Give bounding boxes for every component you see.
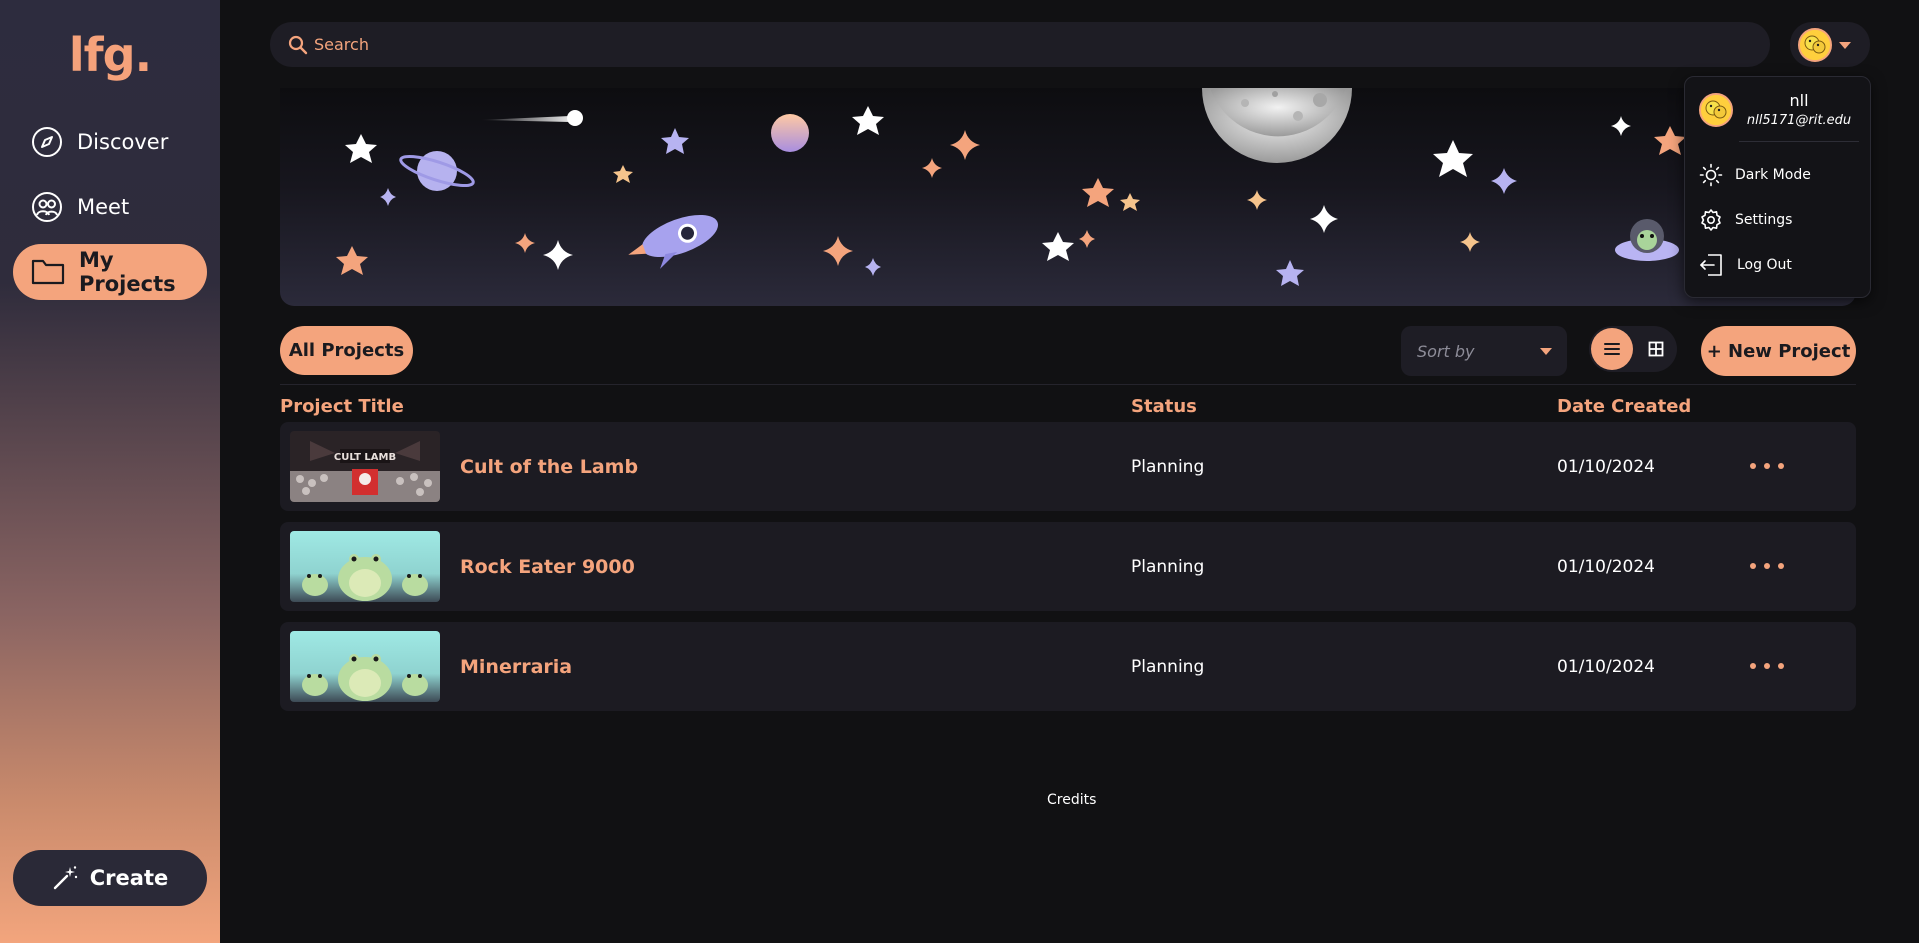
grid-view-button[interactable] <box>1635 328 1677 370</box>
logout-icon <box>1700 254 1722 276</box>
sidebar-item-label: My Projects <box>79 248 176 296</box>
dropdown-divider <box>1739 141 1859 142</box>
space-banner <box>280 88 1856 306</box>
project-status: Planning <box>1131 656 1205 677</box>
project-title-link[interactable]: Minerraria <box>460 622 572 711</box>
search-icon <box>288 35 308 54</box>
table-row[interactable]: CULT LAMB Cult of the Lamb Planning 01/1… <box>280 422 1856 511</box>
sort-by-placeholder: Sort by <box>1417 341 1475 361</box>
avatar-image-icon <box>1800 29 1830 60</box>
project-thumbnail[interactable]: CULT LAMB <box>290 431 440 502</box>
gear-icon <box>1701 209 1721 231</box>
account-email: nll5171@rit.edu <box>1746 113 1852 128</box>
menu-item-label: Settings <box>1735 212 1793 228</box>
credits-link[interactable]: Credits <box>1047 792 1096 808</box>
toolbar-divider <box>280 384 1856 385</box>
sidebar: lfg. Discover Meet My Projects Create <box>0 0 220 943</box>
compass-icon <box>32 127 62 157</box>
list-icon <box>1604 343 1620 355</box>
grid-icon <box>1648 341 1664 357</box>
svg-text:CULT LAMB: CULT LAMB <box>334 452 396 463</box>
table-row[interactable]: Rock Eater 9000 Planning 01/10/2024 <box>280 522 1856 611</box>
column-header-date-created: Date Created <box>1557 396 1692 417</box>
sort-by-select[interactable]: Sort by <box>1401 326 1567 376</box>
menu-item-dark-mode[interactable]: Dark Mode <box>1699 159 1859 191</box>
project-title-link[interactable]: Rock Eater 9000 <box>460 522 635 611</box>
sidebar-item-label: Discover <box>77 130 169 154</box>
account-name: nll <box>1789 91 1809 110</box>
project-thumbnail[interactable] <box>290 631 440 702</box>
create-button[interactable]: Create <box>13 850 207 906</box>
project-date: 01/10/2024 <box>1557 556 1655 577</box>
search-bar[interactable] <box>270 22 1770 67</box>
avatar <box>1798 27 1832 62</box>
account-dropdown: nll nll5171@rit.edu Dark Mode Settings L… <box>1684 76 1871 298</box>
menu-item-label: Log Out <box>1737 257 1792 273</box>
account-user-info: nll nll5171@rit.edu <box>1685 89 1872 133</box>
dropdown-avatar <box>1699 93 1733 127</box>
sidebar-item-label: Meet <box>77 195 130 219</box>
column-header-status: Status <box>1131 396 1197 417</box>
search-input[interactable] <box>314 35 1714 54</box>
more-options-button[interactable] <box>1750 554 1784 578</box>
column-header-project-title: Project Title <box>280 396 404 417</box>
banner-illustration <box>336 88 1686 286</box>
more-options-button[interactable] <box>1750 454 1784 478</box>
project-status: Planning <box>1131 456 1205 477</box>
table-row[interactable]: Minerraria Planning 01/10/2024 <box>280 622 1856 711</box>
view-toggle <box>1589 326 1677 372</box>
project-thumbnail[interactable] <box>290 531 440 602</box>
project-status: Planning <box>1131 556 1205 577</box>
frog-thumbnail <box>290 531 440 602</box>
all-projects-button[interactable]: All Projects <box>280 326 413 375</box>
folder-icon <box>31 259 65 285</box>
project-date: 01/10/2024 <box>1557 456 1655 477</box>
sidebar-item-my-projects[interactable]: My Projects <box>13 244 207 300</box>
menu-item-label: Dark Mode <box>1735 167 1811 183</box>
create-label: Create <box>89 866 169 890</box>
list-view-button[interactable] <box>1591 328 1633 370</box>
people-icon <box>32 192 62 222</box>
sidebar-item-discover[interactable]: Discover <box>13 114 207 170</box>
app-logo[interactable]: lfg. <box>0 28 220 82</box>
cult-of-the-lamb-thumbnail: CULT LAMB <box>290 431 440 502</box>
caret-down-icon <box>1540 348 1552 355</box>
project-date: 01/10/2024 <box>1557 656 1655 677</box>
new-project-button[interactable]: + New Project <box>1701 326 1856 376</box>
magic-wand-icon <box>53 866 77 890</box>
caret-down-icon <box>1839 41 1851 49</box>
sun-icon <box>1699 163 1723 187</box>
menu-item-log-out[interactable]: Log Out <box>1699 249 1859 281</box>
project-title-link[interactable]: Cult of the Lamb <box>460 422 638 511</box>
more-options-button[interactable] <box>1750 654 1784 678</box>
frog-thumbnail <box>290 631 440 702</box>
account-menu-button[interactable] <box>1790 22 1870 67</box>
menu-item-settings[interactable]: Settings <box>1699 204 1859 236</box>
sidebar-item-meet[interactable]: Meet <box>13 179 207 235</box>
avatar-image-icon <box>1701 95 1731 125</box>
